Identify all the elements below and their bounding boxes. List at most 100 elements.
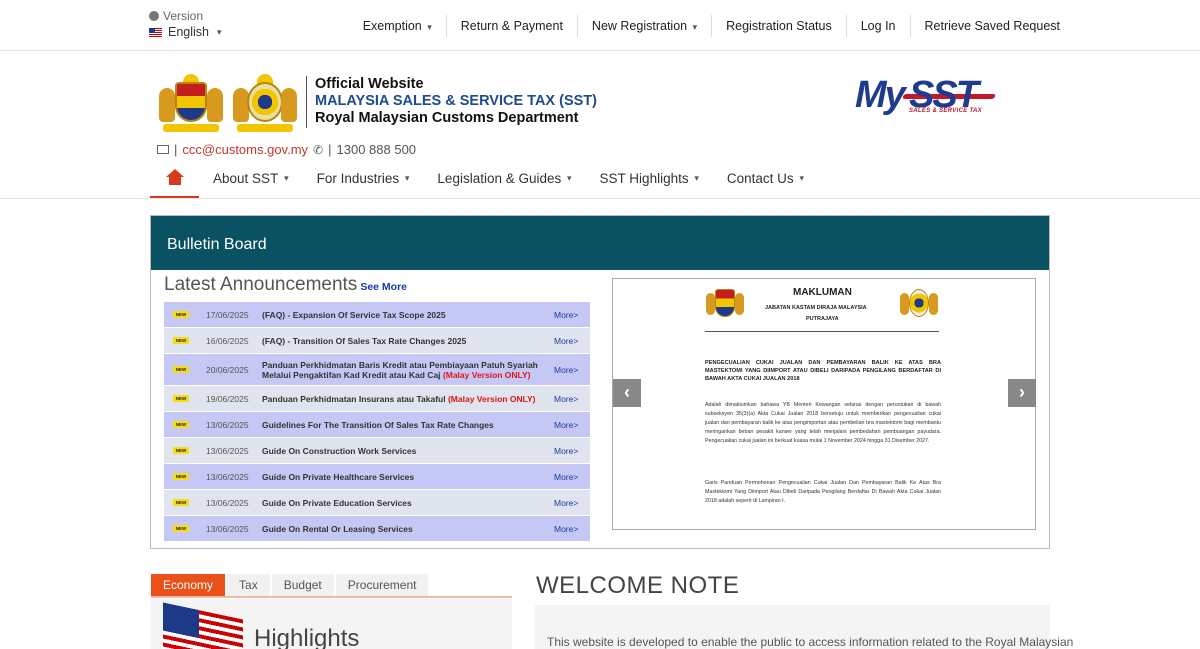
slide-paragraph-1: Adalah dimaklumkan bahawa YB Menteri Kew… (705, 402, 941, 444)
announcement-date: 17/06/2025 (206, 309, 249, 320)
nav-about-sst[interactable]: About SST ▾ (199, 158, 303, 198)
more-link[interactable]: More> (554, 365, 590, 375)
language-selector[interactable]: Version English ▾ (149, 9, 222, 39)
chevron-down-icon: ▾ (799, 172, 804, 183)
top-bar: Version English ▾ Exemption ▾ Return & Pa… (0, 0, 1200, 51)
tab-underline (151, 596, 512, 598)
more-link[interactable]: More> (554, 394, 590, 404)
top-nav: Exemption ▾ Return & Payment New Registr… (363, 0, 1060, 51)
announcement-title[interactable]: Panduan Perkhidmatan Insurans atau Takaf… (262, 394, 554, 404)
phone-icon: ✆ (313, 142, 324, 157)
topnav-retrieve-saved-request[interactable]: Retrieve Saved Request (911, 15, 1061, 37)
topnav-login[interactable]: Log In (847, 14, 911, 37)
main-nav: About SST ▾ For Industries ▾ Legislation… (150, 158, 818, 198)
nav-sst-highlights[interactable]: SST Highlights ▾ (586, 158, 713, 198)
new-badge: NEW (173, 421, 189, 428)
welcome-text: This website is developed to enable the … (547, 635, 1074, 649)
announcement-list: NEW 17/06/2025 (FAQ) - Expansion Of Servic… (164, 302, 590, 542)
slider-prev-button[interactable]: ‹ (613, 379, 641, 407)
crests-logo[interactable] (157, 74, 299, 132)
slide-bold-paragraph: PENGECUALIAN CUKAI JUALAN DAN PEMBAYARAN… (705, 360, 941, 382)
topnav-new-registration[interactable]: New Registration ▾ (578, 14, 713, 37)
announcement-row[interactable]: NEW 17/06/2025 (FAQ) - Expansion Of Servic… (164, 302, 590, 328)
slide-paragraph-2: Garis Panduan Permohonan Pengecualian Cu… (705, 480, 941, 504)
globe-icon (149, 11, 159, 21)
announcement-date: 13/06/2025 (206, 497, 249, 508)
announcement-row[interactable]: NEW 20/06/2025 Panduan Perkhidmatan Baris … (164, 354, 590, 386)
contact-email[interactable]: ccc@customs.gov.my (182, 142, 308, 157)
announcement-row[interactable]: NEW 13/06/2025 Guide On Private Education … (164, 490, 590, 516)
see-more-link[interactable]: See More (360, 281, 407, 293)
new-badge: NEW (173, 499, 189, 506)
more-link[interactable]: More> (554, 498, 590, 508)
announcement-title[interactable]: (FAQ) - Expansion Of Service Tax Scope 2… (262, 310, 554, 320)
topnav-exemption[interactable]: Exemption ▾ (363, 14, 447, 37)
new-badge: NEW (173, 395, 189, 402)
chevron-down-icon: ▾ (404, 172, 410, 183)
mysst-logo[interactable]: My SST SALES & SERVICE TAX (853, 74, 998, 118)
highlights-title: Highlights (254, 625, 360, 649)
announcement-title[interactable]: (FAQ) - Transition Of Sales Tax Rate Cha… (262, 336, 554, 346)
announcement-date: 16/06/2025 (206, 335, 249, 346)
announcement-title[interactable]: Guidelines For The Transition Of Sales T… (262, 420, 554, 430)
announcement-date: 13/06/2025 (206, 419, 249, 430)
announcement-row[interactable]: NEW 13/06/2025 Guidelines For The Transiti… (164, 412, 590, 438)
announcement-row[interactable]: NEW 13/06/2025 Guide On Private Healthcare… (164, 464, 590, 490)
announcements-title: Latest Announcements See More (164, 274, 407, 295)
chevron-down-icon: ▾ (694, 172, 699, 183)
envelope-icon (157, 145, 169, 154)
tab-tax[interactable]: Tax (227, 574, 270, 596)
nav-contact-us[interactable]: Contact Us ▾ (713, 158, 818, 198)
chevron-down-icon: ▾ (217, 26, 222, 37)
version-label: Version (163, 9, 204, 23)
announcement-title[interactable]: Guide On Private Education Services (262, 498, 554, 508)
contact-phone: 1300 888 500 (336, 142, 417, 157)
chevron-down-icon: ▾ (284, 172, 289, 183)
more-link[interactable]: More> (554, 420, 590, 430)
announcement-date: 13/06/2025 (206, 523, 249, 534)
bulletin-heading: Bulletin Board (151, 216, 1049, 270)
new-badge: NEW (173, 525, 189, 532)
announcement-row[interactable]: NEW 19/06/2025 Panduan Perkhidmatan Insura… (164, 386, 590, 412)
tab-procurement[interactable]: Procurement (335, 574, 429, 596)
site-title-main: MALAYSIA SALES & SERVICE TAX (SST) (315, 93, 597, 109)
topnav-registration-status[interactable]: Registration Status (712, 14, 847, 37)
more-link[interactable]: More> (554, 524, 590, 534)
announcement-row[interactable]: NEW 13/06/2025 Guide On Construction Work … (164, 438, 590, 464)
nav-legislation-guides[interactable]: Legislation & Guides ▾ (423, 158, 585, 198)
more-link[interactable]: More> (554, 310, 590, 320)
header-divider (306, 76, 307, 128)
announcement-slider: MAKLUMAN JABATAN KASTAM DIRAJA MALAYSIA … (612, 278, 1036, 530)
slide-sub2: PUTRAJAYA (806, 316, 839, 322)
tab-economy[interactable]: Economy (151, 574, 226, 596)
announcement-title[interactable]: Panduan Perkhidmatan Baris Kredit atau P… (262, 360, 554, 380)
malaysia-flag-image (163, 602, 243, 649)
slide-heading: MAKLUMAN (793, 287, 852, 298)
language-value[interactable]: English (168, 25, 209, 39)
highlights-panel: Highlights (151, 599, 512, 649)
slide-sub1: JABATAN KASTAM DIRAJA MALAYSIA (765, 305, 867, 311)
home-button[interactable] (150, 158, 199, 198)
chevron-down-icon: ▾ (427, 21, 432, 32)
nav-divider (0, 198, 1200, 199)
us-flag-icon (149, 27, 162, 37)
nav-for-industries[interactable]: For Industries ▾ (303, 158, 424, 198)
slider-next-button[interactable]: › (1008, 379, 1036, 407)
announcement-title[interactable]: Guide On Private Healthcare Services (262, 472, 554, 482)
announcement-date: 19/06/2025 (206, 393, 249, 404)
new-badge: NEW (173, 473, 189, 480)
announcement-title[interactable]: Guide On Rental Or Leasing Services (262, 524, 554, 534)
topnav-return-payment[interactable]: Return & Payment (447, 14, 578, 37)
announcement-row[interactable]: NEW 16/06/2025 (FAQ) - Transition Of Sales… (164, 328, 590, 354)
more-link[interactable]: More> (554, 336, 590, 346)
more-link[interactable]: More> (554, 472, 590, 482)
more-link[interactable]: More> (554, 446, 590, 456)
announcement-date: 13/06/2025 (206, 445, 249, 456)
malaysia-crest-icon (705, 283, 745, 327)
new-badge: NEW (173, 366, 189, 373)
chevron-down-icon: ▾ (692, 21, 698, 32)
announcement-title[interactable]: Guide On Construction Work Services (262, 446, 554, 456)
slide-document[interactable]: MAKLUMAN JABATAN KASTAM DIRAJA MALAYSIA … (613, 279, 1035, 529)
announcement-row[interactable]: NEW 13/06/2025 Guide On Rental Or Leasing … (164, 516, 590, 542)
tab-budget[interactable]: Budget (271, 574, 334, 596)
